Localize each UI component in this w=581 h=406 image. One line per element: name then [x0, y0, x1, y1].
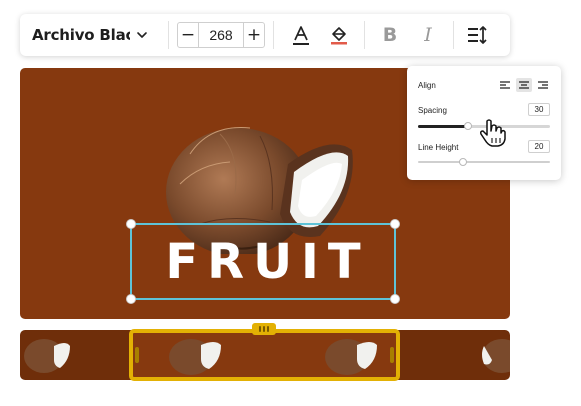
align-center-icon [519, 81, 529, 89]
clip-thumbnail [325, 339, 377, 375]
timeline-thumbnail [24, 339, 70, 373]
spacing-slider-fill [418, 125, 469, 128]
text-color-icon [293, 26, 309, 45]
font-size-input[interactable]: 268 [198, 23, 244, 47]
toolbar-divider [453, 21, 454, 49]
align-left-button[interactable] [497, 78, 513, 92]
timeline-thumbnail [482, 339, 510, 373]
hand-pointer-cursor-icon [480, 119, 506, 147]
highlight-color-button[interactable] [320, 14, 358, 56]
spacing-label: Spacing [418, 106, 447, 115]
fill-bucket-icon [331, 27, 347, 45]
font-size-control: − 268 + [169, 22, 273, 48]
font-size-decrement-button[interactable]: − [178, 23, 198, 47]
line-height-value-input[interactable]: 20 [528, 140, 550, 153]
text-spacing-icon [468, 26, 487, 44]
align-right-icon [538, 81, 548, 89]
line-height-slider[interactable] [418, 158, 550, 166]
canvas-text[interactable]: FRUIT [132, 225, 394, 298]
italic-icon: I [424, 24, 432, 46]
text-spacing-button[interactable] [458, 14, 496, 56]
text-color-button[interactable] [282, 14, 320, 56]
spacing-value-input[interactable]: 30 [528, 103, 550, 116]
toolbar-divider [364, 21, 365, 49]
font-size-stepper: − 268 + [177, 22, 265, 48]
line-height-slider-thumb[interactable] [458, 158, 467, 166]
timeline-clip-selected[interactable] [129, 329, 400, 381]
clip-move-handle[interactable] [252, 323, 276, 335]
align-left-icon [500, 81, 510, 89]
resize-handle-bottom-left[interactable] [126, 294, 136, 304]
resize-handle-top-right[interactable] [390, 219, 400, 229]
font-family-value: Archivo Black [32, 26, 130, 44]
clip-thumbnail [169, 339, 221, 375]
line-height-label: Line Height [418, 143, 459, 152]
bold-icon: B [382, 24, 398, 46]
align-right-button[interactable] [535, 78, 551, 92]
clip-trim-handle-right[interactable] [390, 347, 394, 363]
resize-handle-top-left[interactable] [126, 219, 136, 229]
text-selection-box[interactable]: FRUIT [126, 219, 400, 304]
bold-button[interactable]: B [371, 14, 409, 56]
font-size-increment-button[interactable]: + [244, 23, 264, 47]
clip-trim-handle-left[interactable] [135, 347, 139, 363]
font-family-dropdown[interactable]: Archivo Black [20, 14, 168, 56]
align-label: Align [418, 81, 436, 90]
text-toolbar: Archivo Black − 268 + B I [20, 14, 510, 56]
italic-button[interactable]: I [409, 14, 447, 56]
align-button-group [497, 78, 551, 92]
resize-handle-bottom-right[interactable] [390, 294, 400, 304]
toolbar-divider [273, 21, 274, 49]
chevron-down-icon [137, 32, 147, 38]
align-center-button[interactable] [516, 78, 532, 92]
spacing-slider-thumb[interactable] [464, 122, 473, 130]
